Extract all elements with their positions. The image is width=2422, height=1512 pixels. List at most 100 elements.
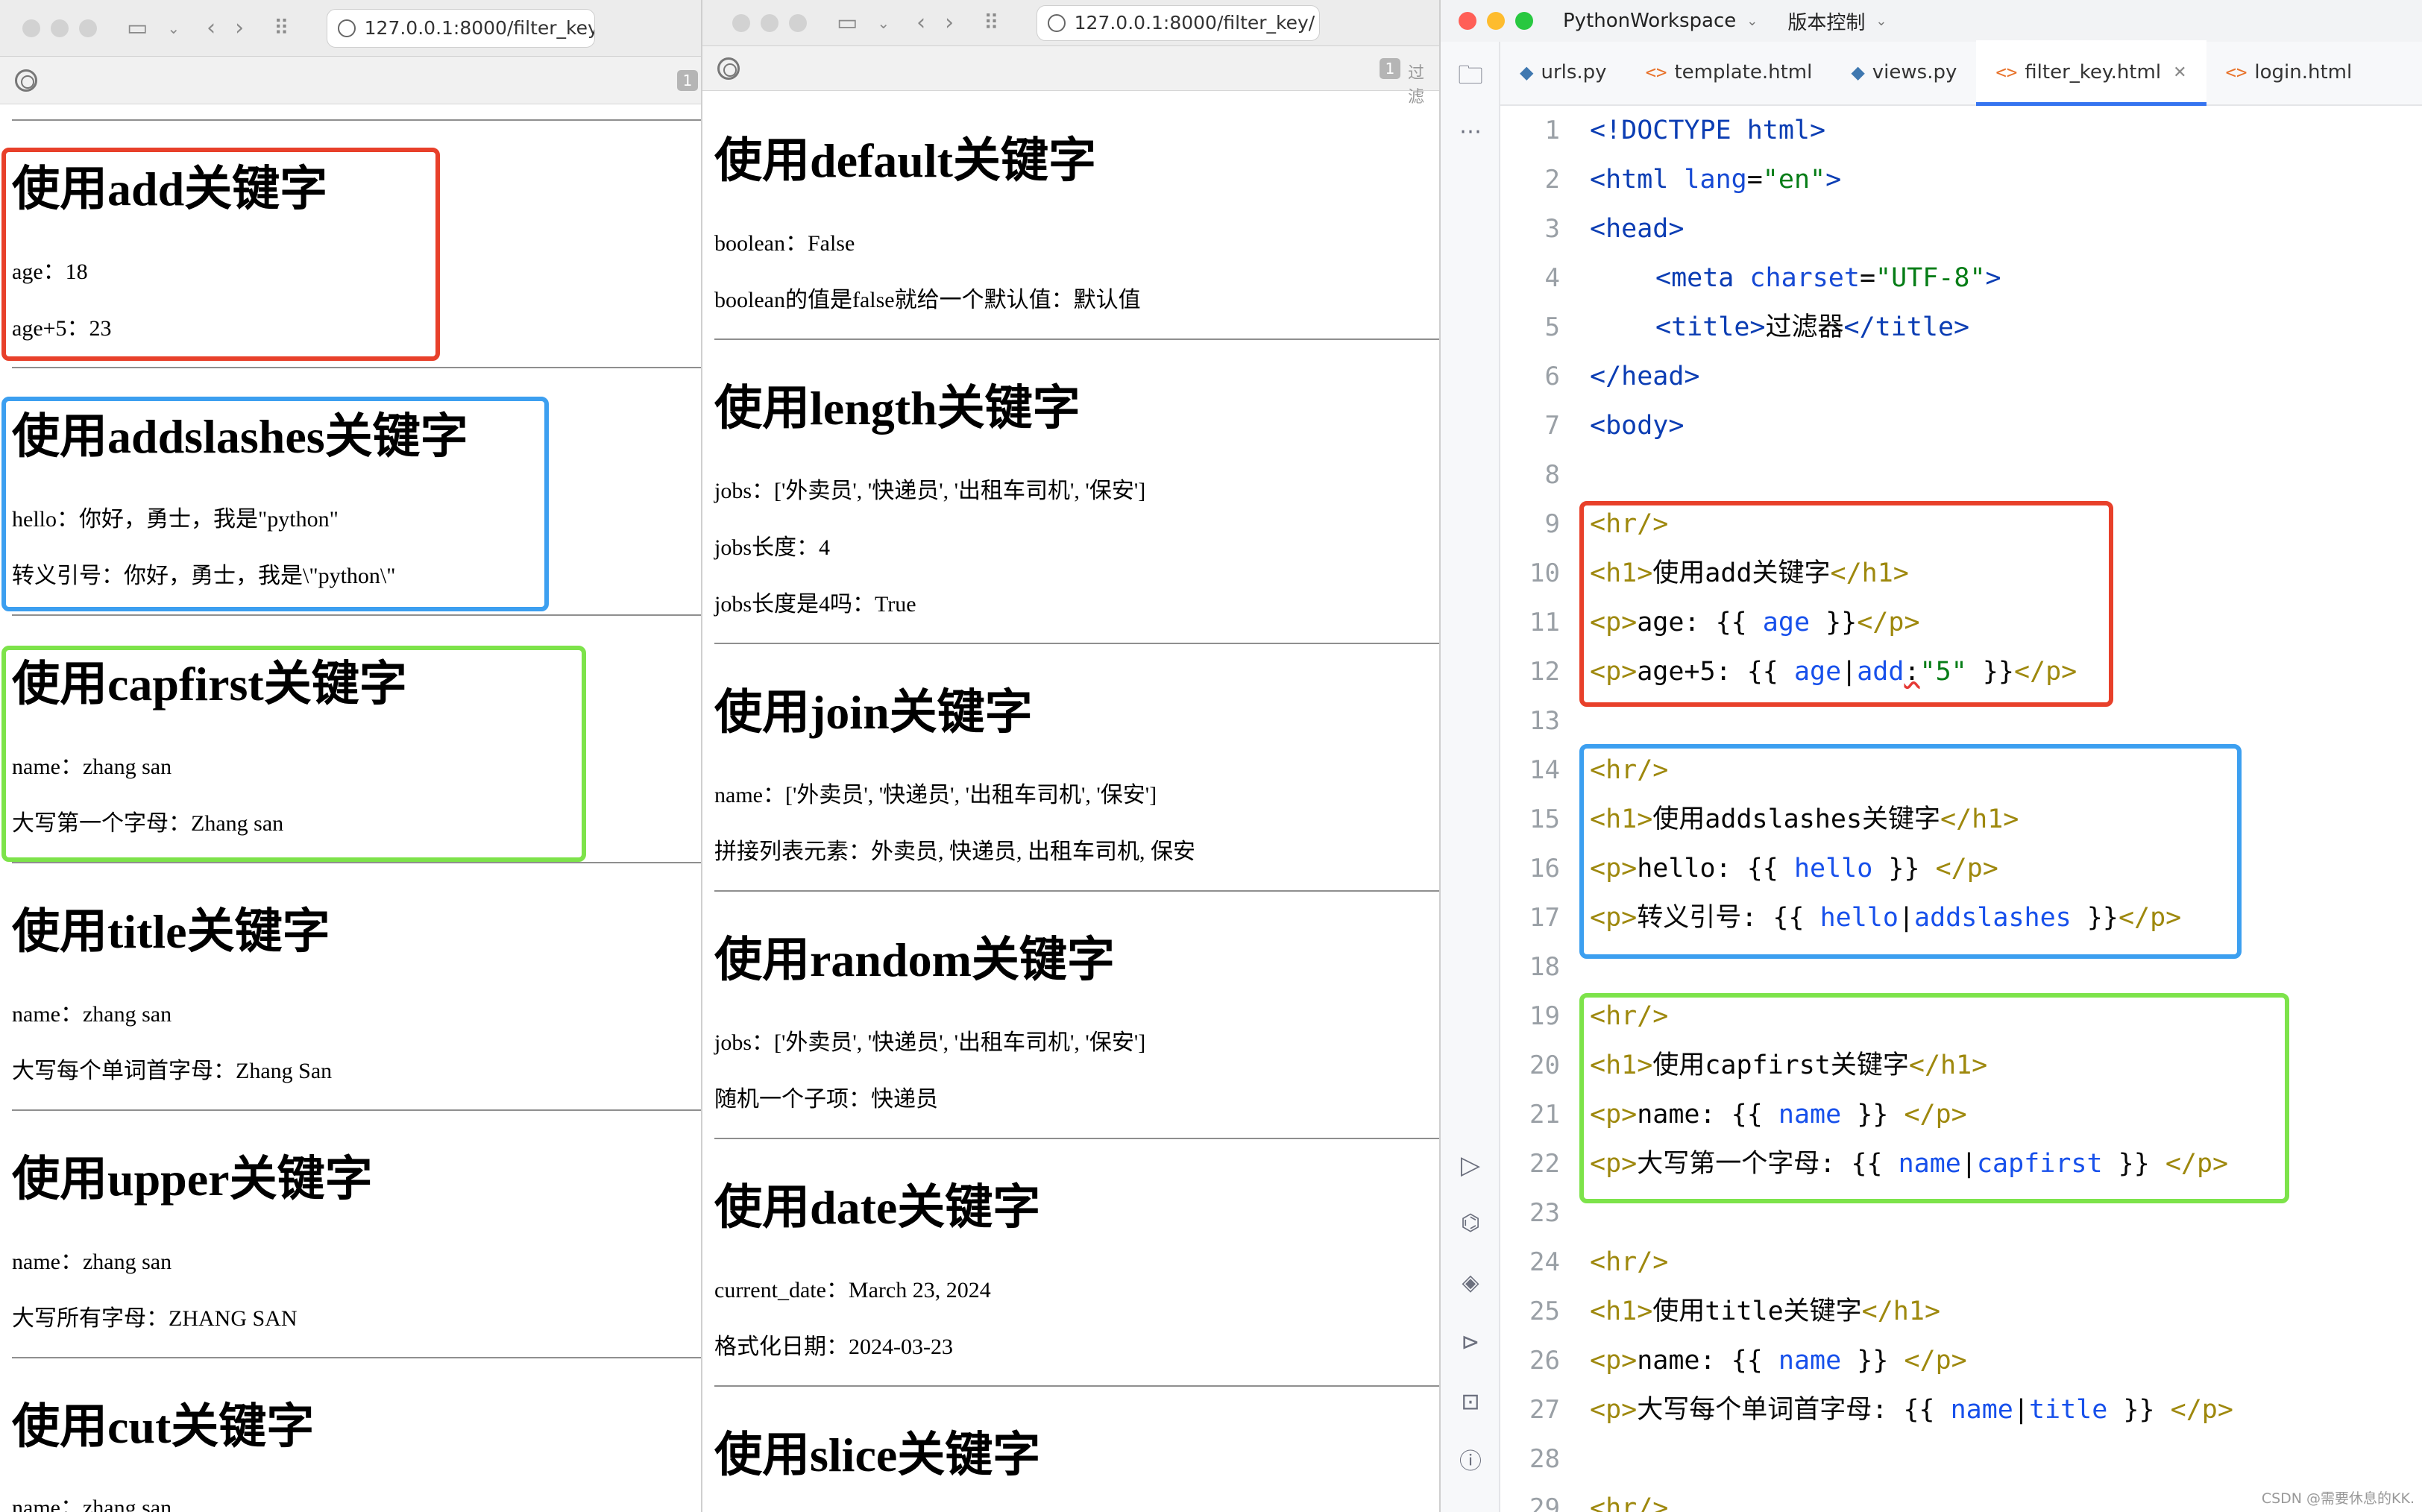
close-tab-icon[interactable]: ✕ [2173, 63, 2186, 82]
section-line: 格式化日期：2024-03-23 [714, 1335, 953, 1359]
folder-icon[interactable]: 🗀 [1441, 63, 1500, 88]
section-line: name：['外卖员', '快递员', '出租车司机', '保安'] [714, 783, 1157, 807]
divider [714, 338, 1439, 340]
url-text: 127.0.0.1:8000/filter_key/ [1074, 12, 1315, 34]
tab-template-html[interactable]: <> template.html [1626, 40, 1832, 104]
browser-window-right: ▭ ⌄ ‹ › ⠿ 127.0.0.1:8000/filter_key/ 1 过… [701, 0, 1439, 1512]
section-heading: 使用random关键字 [714, 933, 1115, 986]
tab-bar: 1 过滤 [702, 46, 1439, 107]
tab-count-badge[interactable]: 1 [677, 70, 698, 91]
highlight-box-red [1579, 501, 2113, 707]
watermark: CSDN @需要休息的KK. [2261, 1490, 2415, 1507]
globe-icon [1047, 13, 1066, 32]
section-line: name：zhang san [12, 1250, 172, 1274]
section-line: jobs：['外卖员', '快递员', '出租车司机', '保安'] [714, 1030, 1146, 1055]
highlight-box-blue [1579, 744, 2242, 959]
code-line: <hr/> [1590, 1493, 1669, 1512]
section-line: current_date：March 23, 2024 [714, 1278, 991, 1302]
code-line: <h1>使用title关键字</h1> [1590, 1297, 1941, 1326]
minimize-window-button[interactable] [1487, 12, 1505, 30]
highlight-box-red [1, 148, 440, 361]
page-content: 使用add关键字 age：18 age+5：23 使用addslashes关键字… [0, 104, 701, 1512]
highlight-box-blue [1, 397, 549, 611]
tab-grid-icon[interactable]: ⠿ [274, 17, 289, 39]
divider [714, 1385, 1439, 1387]
code-line: <!DOCTYPE html> [1590, 116, 1826, 145]
section-heading: 使用cut关键字 [12, 1400, 315, 1453]
section-line: 大写每个单词首字母：Zhang San [12, 1059, 333, 1083]
tab-count-badge[interactable]: 1 [1380, 58, 1400, 79]
close-window-button[interactable] [732, 13, 750, 32]
sidebar-toggle-icon[interactable]: ▭ [127, 16, 148, 40]
back-arrow-icon[interactable]: ‹ [207, 16, 216, 40]
section-line: jobs长度：4 [714, 535, 831, 560]
editor-tab-bar: ◆ urls.py <> template.html ◆ views.py <> fil… [1500, 40, 2422, 106]
tab-urls-py[interactable]: ◆ urls.py [1500, 40, 1626, 104]
python-file-icon: ◆ [1851, 62, 1865, 83]
section-line: name：zhang san [12, 1002, 172, 1027]
section-line: jobs长度是4吗：True [714, 592, 916, 617]
minimize-window-button[interactable] [51, 19, 69, 37]
section-heading: 使用join关键字 [714, 686, 1033, 739]
tab-bar: 1 [0, 57, 701, 104]
vcs-selector[interactable]: 版本控制 [1787, 7, 1865, 35]
code-line: <hr/> [1590, 1247, 1669, 1277]
section-heading: 使用slice关键字 [714, 1428, 1041, 1481]
ide-title-bar: PythonWorkspace ⌄ 版本控制 ⌄ [1441, 0, 2422, 42]
close-window-button[interactable] [22, 19, 40, 37]
divider [12, 367, 701, 368]
address-bar[interactable]: 127.0.0.1:8000/filter_key/ [326, 8, 595, 48]
page-content: 使用default关键字 boolean：False boolean的值是fal… [702, 91, 1439, 1512]
address-bar[interactable]: 127.0.0.1:8000/filter_key/ [1036, 4, 1320, 41]
ide-window: PythonWorkspace ⌄ 版本控制 ⌄ 🗀 ⋯ ▷ ⌬ ◈ ⊳ ⊡ ⓘ… [1439, 0, 2422, 1512]
section-heading: 使用title关键字 [12, 905, 330, 958]
zoom-window-button[interactable] [789, 13, 807, 32]
globe-icon [337, 19, 356, 37]
section-line: 拼接列表元素：外卖员, 快递员, 出租车司机, 保安 [714, 840, 1195, 864]
back-arrow-icon[interactable]: ‹ [916, 11, 925, 34]
section-heading: 使用date关键字 [714, 1181, 1041, 1234]
section-heading: 使用default关键字 [714, 134, 1096, 187]
zoom-window-button[interactable] [1515, 12, 1533, 30]
chevron-down-icon[interactable]: ⌄ [1875, 13, 1887, 29]
divider [12, 614, 701, 616]
chevron-down-icon[interactable]: ⌄ [1746, 13, 1758, 29]
chevron-down-icon[interactable]: ⌄ [167, 21, 180, 36]
html-file-icon: <> [1645, 62, 1667, 83]
browser-toolbar: ▭ ⌄ ‹ › ⠿ 127.0.0.1:8000/filter_key/ [0, 0, 701, 57]
tab-login-html[interactable]: <> login.html [2206, 40, 2372, 104]
code-editor[interactable]: <!DOCTYPE html> <html lang="en"> <head> … [1441, 106, 2422, 1512]
divider [714, 890, 1439, 892]
code-line: <head> [1590, 214, 1685, 244]
section-heading: 使用length关键字 [714, 382, 1081, 435]
sidebar-toggle-icon[interactable]: ▭ [837, 11, 858, 34]
tab-grid-icon[interactable]: ⠿ [984, 12, 999, 34]
minimize-window-button[interactable] [761, 13, 778, 32]
section-line: boolean的值是false就给一个默认值：默认值 [714, 288, 1141, 312]
divider [12, 862, 701, 863]
url-text: 127.0.0.1:8000/filter_key/ [364, 17, 595, 39]
html-file-icon: <> [1995, 62, 2018, 83]
divider [12, 1109, 701, 1111]
python-file-icon: ◆ [1520, 62, 1534, 83]
code-line: <p>name: {{ name }} </p> [1590, 1346, 1967, 1376]
section-line: 随机一个子项：快递员 [714, 1087, 938, 1112]
chevron-down-icon[interactable]: ⌄ [877, 16, 890, 31]
code-line: <html lang="en"> [1590, 165, 1842, 195]
project-selector[interactable]: PythonWorkspace [1563, 10, 1736, 32]
favicon-icon[interactable] [15, 69, 37, 92]
section-line: 大写所有字母：ZHANG SAN [12, 1306, 298, 1331]
favicon-icon[interactable] [717, 57, 740, 80]
close-window-button[interactable] [1459, 12, 1476, 30]
code-line: <body> [1590, 411, 1685, 441]
section-line: boolean：False [714, 231, 855, 256]
zoom-window-button[interactable] [79, 19, 97, 37]
code-line: <meta charset="UTF-8"> [1655, 263, 2001, 293]
tab-views-py[interactable]: ◆ views.py [1831, 40, 1976, 104]
forward-arrow-icon[interactable]: › [945, 11, 954, 34]
highlight-box-green [1, 646, 586, 862]
section-line: name：zhang san [12, 1496, 172, 1512]
forward-arrow-icon[interactable]: › [235, 16, 244, 40]
highlight-box-green [1579, 993, 2289, 1203]
tab-filter-key-html[interactable]: <> filter_key.html ✕ [1976, 40, 2206, 106]
